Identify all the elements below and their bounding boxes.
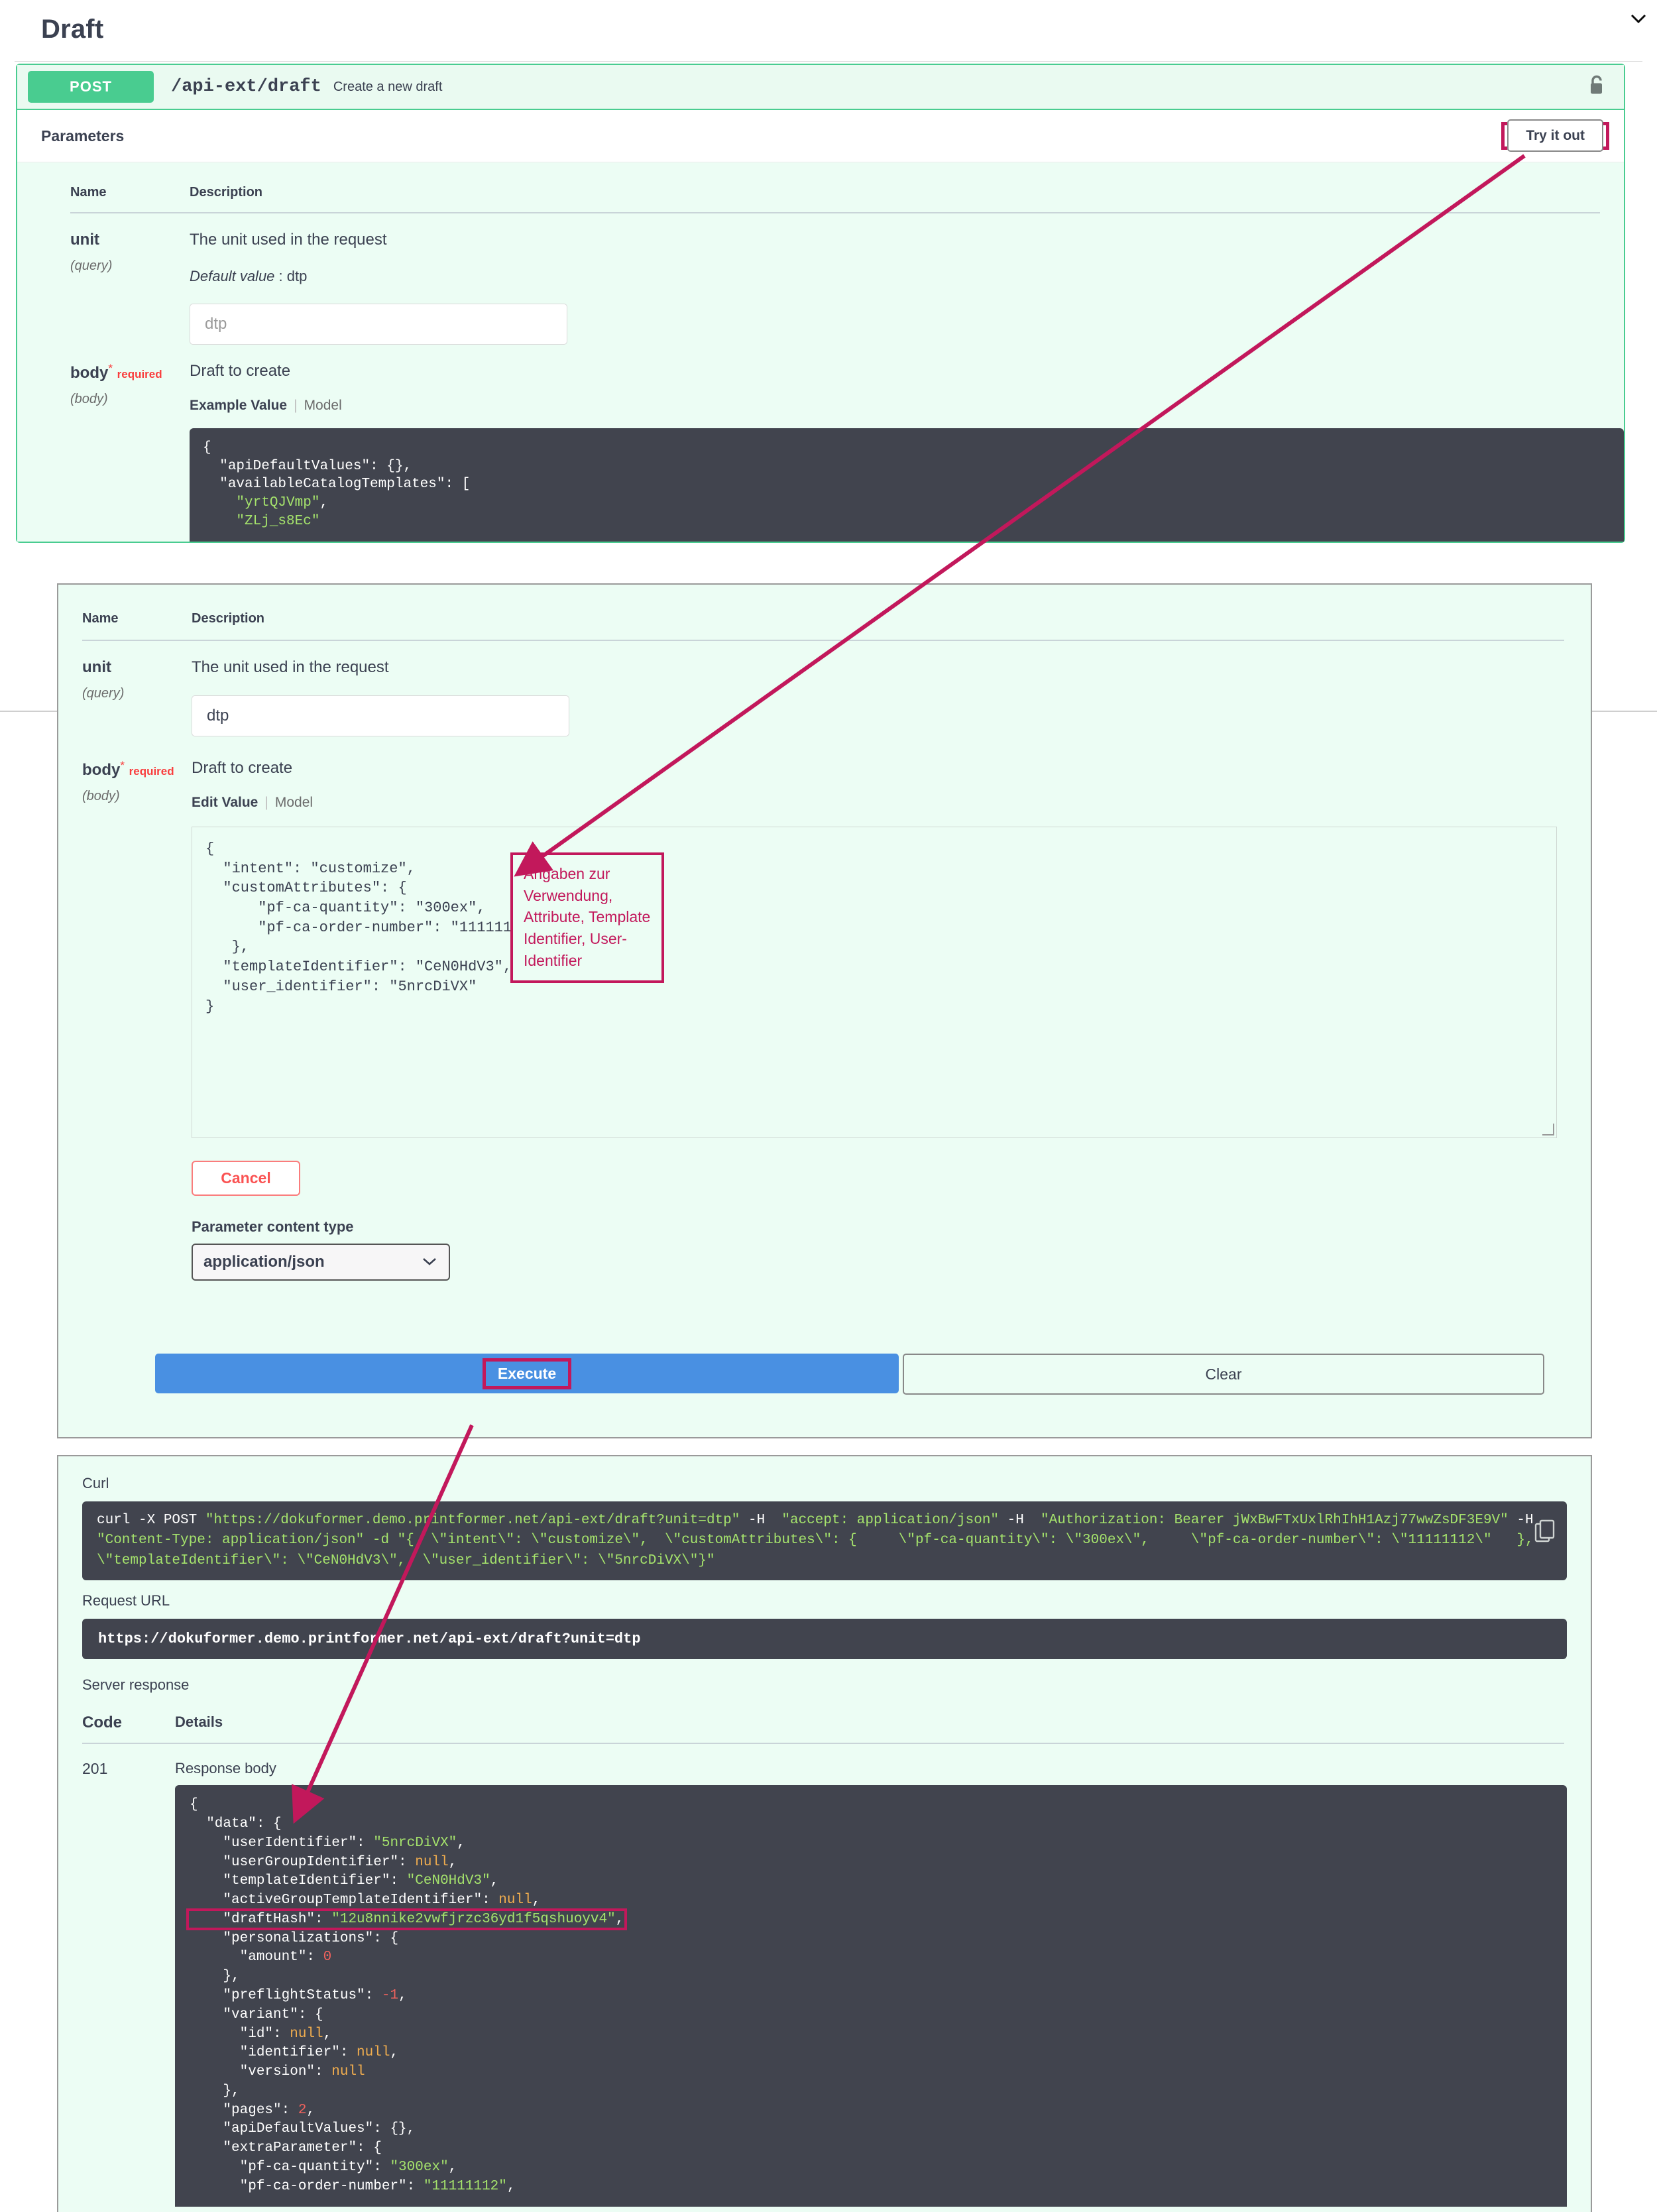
- parameters-table-head: Name Description: [17, 162, 1624, 212]
- clear-button[interactable]: Clear: [903, 1354, 1544, 1395]
- param-description: The unit used in the request: [190, 231, 387, 249]
- try-it-out-button[interactable]: Try it out: [1507, 119, 1603, 152]
- body-label: body: [82, 761, 121, 779]
- param-default: Default value : dtp: [190, 268, 308, 284]
- default-value: dtp: [286, 268, 308, 284]
- table-row-body: body* required (body) Draft to create Ex…: [17, 345, 1624, 542]
- table-row-unit: unit (query) The unit used in the reques…: [58, 641, 1591, 736]
- response-row: 201 Response body { "data": { "userIdent…: [58, 1744, 1591, 2207]
- curl-label: Curl: [82, 1475, 109, 1491]
- curl-code: curl -X POST "https://dokuformer.demo.pr…: [82, 1501, 1567, 1581]
- content-type-value: application/json: [203, 1253, 325, 1271]
- response-body-code: { "data": { "userIdentifier": "5nrcDiVX"…: [175, 1785, 1567, 2207]
- col-description: Description: [190, 185, 263, 200]
- response-table-head: Code Details: [58, 1694, 1591, 1743]
- param-description: The unit used in the request: [192, 658, 389, 676]
- annotation-callout: Angaben zur Verwendung, Attribute, Templ…: [510, 852, 664, 984]
- request-url-label: Request URL: [82, 1592, 170, 1609]
- content-type-select[interactable]: application/json: [192, 1244, 450, 1281]
- table-row-body: body* required (body) Draft to create Ed…: [58, 736, 1591, 1281]
- param-in: (body): [82, 789, 120, 803]
- required-star: *: [108, 362, 113, 375]
- parameters-label: Parameters: [41, 127, 125, 145]
- unit-input[interactable]: dtp: [192, 695, 569, 736]
- response-body-label: Response body: [175, 1760, 276, 1777]
- required-word: required: [117, 368, 162, 380]
- parameters-table: Name Description unit (query) The unit u…: [17, 162, 1624, 542]
- param-desc-cell: The unit used in the request dtp: [192, 658, 1591, 736]
- param-in: (query): [82, 686, 125, 701]
- param-name: body* required: [82, 759, 192, 780]
- unlock-icon[interactable]: [1587, 74, 1607, 101]
- col-name: Name: [82, 611, 119, 626]
- col-name: Name: [70, 185, 107, 200]
- param-name: body* required: [70, 362, 190, 382]
- param-name-cell: body* required (body): [82, 759, 192, 1281]
- param-in: (body): [70, 392, 108, 406]
- param-name-cell: body* required (body): [70, 362, 190, 542]
- parameters-header: Parameters Try it out: [17, 110, 1624, 162]
- try-it-out-panel: Name Description unit (query) The unit u…: [57, 583, 1592, 1438]
- tab-example-value[interactable]: Example Value: [190, 398, 287, 413]
- default-value-label: Default value: [190, 268, 275, 284]
- chevron-down-icon[interactable]: [1620, 0, 1657, 37]
- opblock: POST /api-ext/draft Create a new draft P…: [16, 64, 1625, 543]
- opblock-summary[interactable]: POST /api-ext/draft Create a new draft: [17, 65, 1624, 110]
- param-name-cell: unit (query): [70, 231, 190, 345]
- content-type-label: Parameter content type: [192, 1218, 354, 1235]
- table-row-unit: unit (query) The unit used in the reques…: [17, 213, 1624, 345]
- col-description: Description: [192, 611, 265, 626]
- param-description: Draft to create: [192, 759, 293, 777]
- body-editor[interactable]: { "intent": "customize", "customAttribut…: [192, 827, 1557, 1138]
- col-details: Details: [175, 1714, 223, 1731]
- body-editor-text: { "intent": "customize", "customAttribut…: [205, 841, 538, 1015]
- body-label: body: [70, 364, 109, 382]
- required-word: required: [129, 765, 174, 778]
- unit-input-top[interactable]: dtp: [190, 304, 567, 345]
- http-method-badge: POST: [28, 71, 154, 103]
- try-it-out-highlight: Try it out: [1501, 119, 1609, 152]
- operation-path: /api-ext/draft: [171, 77, 321, 97]
- param-description: Draft to create: [190, 362, 291, 380]
- chevron-down-icon: [421, 1253, 438, 1271]
- param-in: (query): [70, 259, 113, 273]
- tab-model[interactable]: Model: [275, 795, 313, 810]
- parameters-table-head: Name Description: [58, 585, 1591, 640]
- cancel-button[interactable]: Cancel: [192, 1161, 300, 1196]
- param-desc-cell: Draft to create Example Value | Model { "a…: [190, 362, 1624, 542]
- tab-edit-value[interactable]: Edit Value: [192, 795, 258, 810]
- col-code: Code: [82, 1714, 122, 1732]
- required-star: *: [120, 759, 125, 772]
- request-url-value: https://dokuformer.demo.printformer.net/…: [82, 1619, 1567, 1660]
- operation-summary: Create a new draft: [333, 79, 443, 94]
- resize-handle[interactable]: [1542, 1124, 1554, 1135]
- execute-label: Execute: [482, 1358, 572, 1389]
- tab-model[interactable]: Model: [304, 398, 342, 413]
- param-name: unit: [82, 658, 111, 676]
- param-desc-cell: The unit used in the request Default val…: [190, 231, 1624, 345]
- server-response-label: Server response: [82, 1676, 190, 1694]
- param-name-cell: unit (query): [82, 658, 192, 736]
- execute-clear-row: Execute Clear: [155, 1354, 1544, 1395]
- status-code: 201: [82, 1760, 108, 1778]
- title-divider: [15, 61, 1642, 62]
- response-panel: Curl curl -X POST "https://dokuformer.de…: [57, 1455, 1592, 2212]
- page-title: Draft: [41, 15, 104, 44]
- param-desc-cell: Draft to create Edit Value | Model { "inte…: [192, 759, 1591, 1281]
- edit-model-tabs: Edit Value | Model: [192, 795, 314, 810]
- execute-button[interactable]: Execute: [155, 1354, 899, 1393]
- example-model-tabs: Example Value | Model: [190, 398, 342, 413]
- copy-icon[interactable]: [1483, 1501, 1556, 1572]
- param-name: unit: [70, 231, 99, 249]
- example-value-code: { "apiDefaultValues": {}, "availableCata…: [190, 428, 1624, 542]
